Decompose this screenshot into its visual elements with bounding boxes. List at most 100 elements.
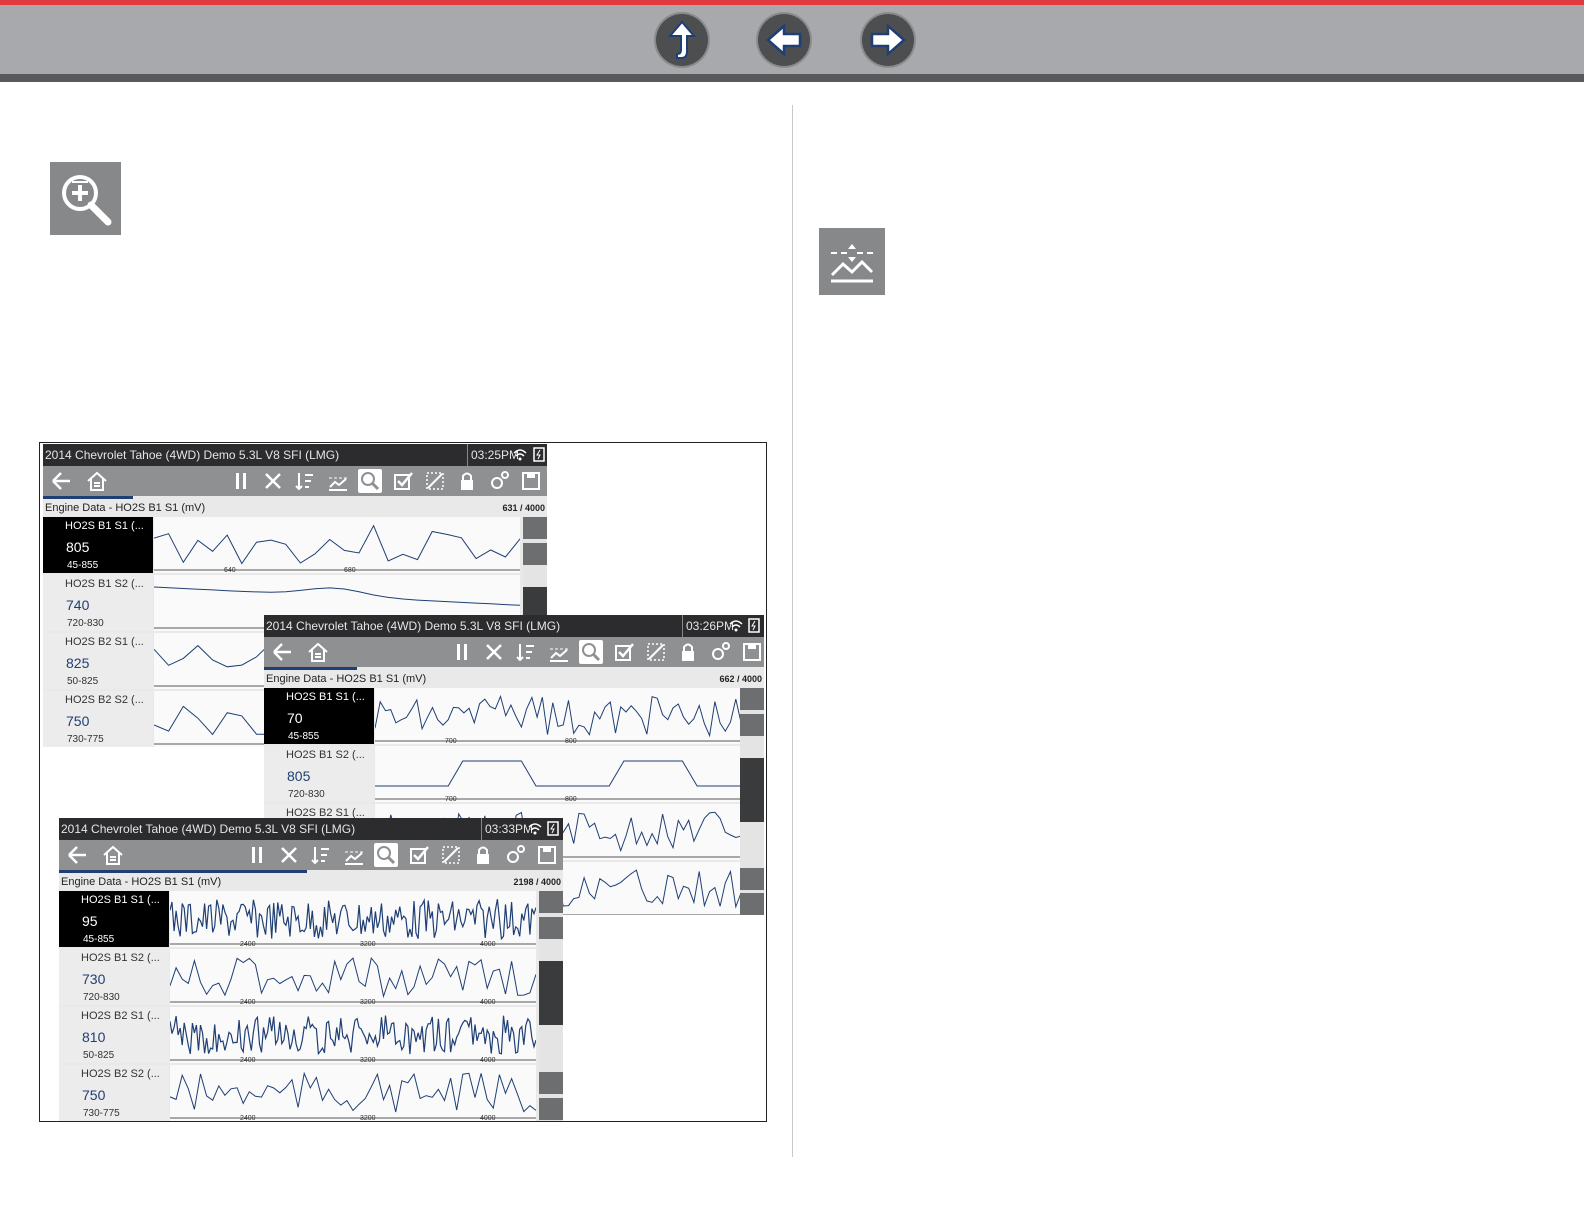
vehicle-title: 2014 Chevrolet Tahoe (4WD) Demo 5.3L V8 …: [266, 619, 561, 633]
save-icon[interactable]: [740, 640, 764, 664]
settings-icon[interactable]: [708, 640, 732, 664]
scroll-top-button[interactable]: [523, 517, 547, 539]
select-icon[interactable]: [391, 469, 415, 493]
pid-value: 95: [82, 913, 98, 929]
screenshots-figure: 2014 Chevrolet Tahoe (4WD) Demo 5.3L V8 …: [39, 442, 767, 1122]
pause-icon[interactable]: [245, 843, 269, 867]
save-icon[interactable]: [519, 469, 543, 493]
home-icon[interactable]: [101, 843, 125, 867]
pid-range: 720-830: [83, 992, 120, 1003]
scroll-top-button[interactable]: [740, 688, 764, 710]
pid-label-cell[interactable]: HO2S B1 S1 (... 70 45-855: [264, 688, 374, 744]
settings-icon[interactable]: [487, 469, 511, 493]
pid-label-cell[interactable]: HO2S B1 S2 (... 730 720-830: [59, 949, 169, 1005]
frame-counter: 631 / 4000: [502, 503, 545, 513]
graph-select-icon[interactable]: [439, 843, 463, 867]
pid-graph: 700 800: [375, 746, 741, 802]
lock-icon[interactable]: [455, 469, 479, 493]
zero-baseline-icon[interactable]: [342, 843, 366, 867]
pid-row[interactable]: HO2S B1 S2 (... 805 720-830 700 800: [264, 746, 741, 802]
pid-label-cell[interactable]: HO2S B1 S1 (... 95 45-855: [59, 891, 169, 947]
pid-value: 750: [82, 1087, 106, 1103]
axis-tick-label: 700: [445, 738, 457, 744]
up-arrow-icon: [667, 20, 697, 59]
pause-icon[interactable]: [229, 469, 253, 493]
pid-name: HO2S B2 S2 (...: [65, 694, 144, 706]
graph-select-icon[interactable]: [423, 469, 447, 493]
zoom-icon[interactable]: [374, 843, 398, 867]
scroll-down-button[interactable]: [539, 1072, 563, 1094]
back-arrow-icon: [766, 23, 802, 57]
pid-scrollbar[interactable]: [539, 891, 563, 1121]
sort-icon[interactable]: [309, 843, 333, 867]
pid-row[interactable]: HO2S B1 S1 (... 95 45-855 2400 3200 4000: [59, 891, 536, 947]
pid-label-cell[interactable]: HO2S B2 S1 (... 825 50-825: [43, 633, 153, 689]
sort-icon[interactable]: [514, 640, 538, 664]
forward-button[interactable]: [862, 14, 914, 66]
scroll-thumb[interactable]: [740, 758, 764, 822]
back-button[interactable]: [758, 14, 810, 66]
up-button[interactable]: [656, 14, 708, 66]
scroll-bottom-button[interactable]: [539, 1098, 563, 1120]
select-icon[interactable]: [612, 640, 636, 664]
axis-tick-label: 3200: [360, 1057, 376, 1063]
home-icon[interactable]: [85, 469, 109, 493]
pid-value: 805: [287, 768, 311, 784]
scroll-thumb[interactable]: [539, 961, 563, 1025]
pid-graph: 2400 3200 4000: [170, 949, 536, 1005]
back-icon[interactable]: [49, 469, 73, 493]
clear-icon[interactable]: [261, 469, 285, 493]
back-icon[interactable]: [65, 843, 89, 867]
wifi-icon: [513, 447, 527, 462]
axis-tick-label: 3200: [360, 1115, 376, 1121]
pause-icon[interactable]: [450, 640, 474, 664]
lock-icon[interactable]: [471, 843, 495, 867]
zoom-icon[interactable]: [358, 469, 382, 493]
pid-label-cell[interactable]: HO2S B2 S1 (... 810 50-825: [59, 1007, 169, 1063]
scroll-up-button[interactable]: [523, 543, 547, 565]
pid-name: HO2S B1 S1 (...: [65, 520, 144, 532]
pid-value: 810: [82, 1029, 106, 1045]
axis-tick-label: 800: [565, 738, 577, 744]
settings-icon[interactable]: [503, 843, 527, 867]
clear-icon[interactable]: [482, 640, 506, 664]
pid-label-cell[interactable]: HO2S B2 S2 (... 750 730-775: [43, 691, 153, 747]
frame-counter: 662 / 4000: [719, 674, 762, 684]
pid-scrollbar[interactable]: [740, 688, 764, 915]
axis-tick-label: 4000: [480, 1057, 496, 1063]
pid-row[interactable]: HO2S B1 S1 (... 70 45-855 700 800: [264, 688, 741, 744]
clear-icon[interactable]: [277, 843, 301, 867]
pid-label-cell[interactable]: HO2S B2 S2 (... 750 730-775: [59, 1065, 169, 1121]
scroll-up-button[interactable]: [539, 917, 563, 939]
scroll-up-button[interactable]: [740, 714, 764, 736]
pid-row[interactable]: HO2S B2 S2 (... 750 730-775 2400 3200 4000: [59, 1065, 536, 1121]
select-icon[interactable]: [407, 843, 431, 867]
lock-icon[interactable]: [676, 640, 700, 664]
pid-row[interactable]: HO2S B2 S1 (... 810 50-825 2400 3200 4000: [59, 1007, 536, 1063]
scroll-top-button[interactable]: [539, 891, 563, 913]
zero-baseline-icon[interactable]: [547, 640, 571, 664]
sort-icon[interactable]: [293, 469, 317, 493]
scroll-bottom-button[interactable]: [740, 893, 764, 915]
zoom-icon[interactable]: [579, 640, 603, 664]
title-bar: 2014 Chevrolet Tahoe (4WD) Demo 5.3L V8 …: [43, 444, 547, 466]
back-icon[interactable]: [270, 640, 294, 664]
vehicle-title: 2014 Chevrolet Tahoe (4WD) Demo 5.3L V8 …: [61, 822, 356, 836]
scroll-down-button[interactable]: [740, 868, 764, 890]
pid-range: 730-775: [83, 1108, 120, 1119]
pid-row[interactable]: HO2S B1 S2 (... 730 720-830 2400 3200 4000: [59, 949, 536, 1005]
scroll-thumb[interactable]: [523, 587, 547, 617]
axis-tick-label: 4000: [480, 999, 496, 1005]
battery-icon: [532, 447, 546, 462]
zero-baseline-icon[interactable]: [326, 469, 350, 493]
pid-label-cell[interactable]: HO2S B1 S1 (... 805 45-855: [43, 517, 153, 573]
graph-select-icon[interactable]: [644, 640, 668, 664]
home-icon[interactable]: [306, 640, 330, 664]
title-bar: 2014 Chevrolet Tahoe (4WD) Demo 5.3L V8 …: [264, 615, 764, 637]
pid-label-cell[interactable]: HO2S B1 S2 (... 740 720-830: [43, 575, 153, 631]
data-header-label: Engine Data - HO2S B1 S1 (mV): [45, 502, 206, 514]
pid-range: 45-855: [288, 731, 320, 742]
save-icon[interactable]: [535, 843, 559, 867]
pid-label-cell[interactable]: HO2S B1 S2 (... 805 720-830: [264, 746, 374, 802]
pid-row[interactable]: HO2S B1 S1 (... 805 45-855 640 680: [43, 517, 520, 573]
